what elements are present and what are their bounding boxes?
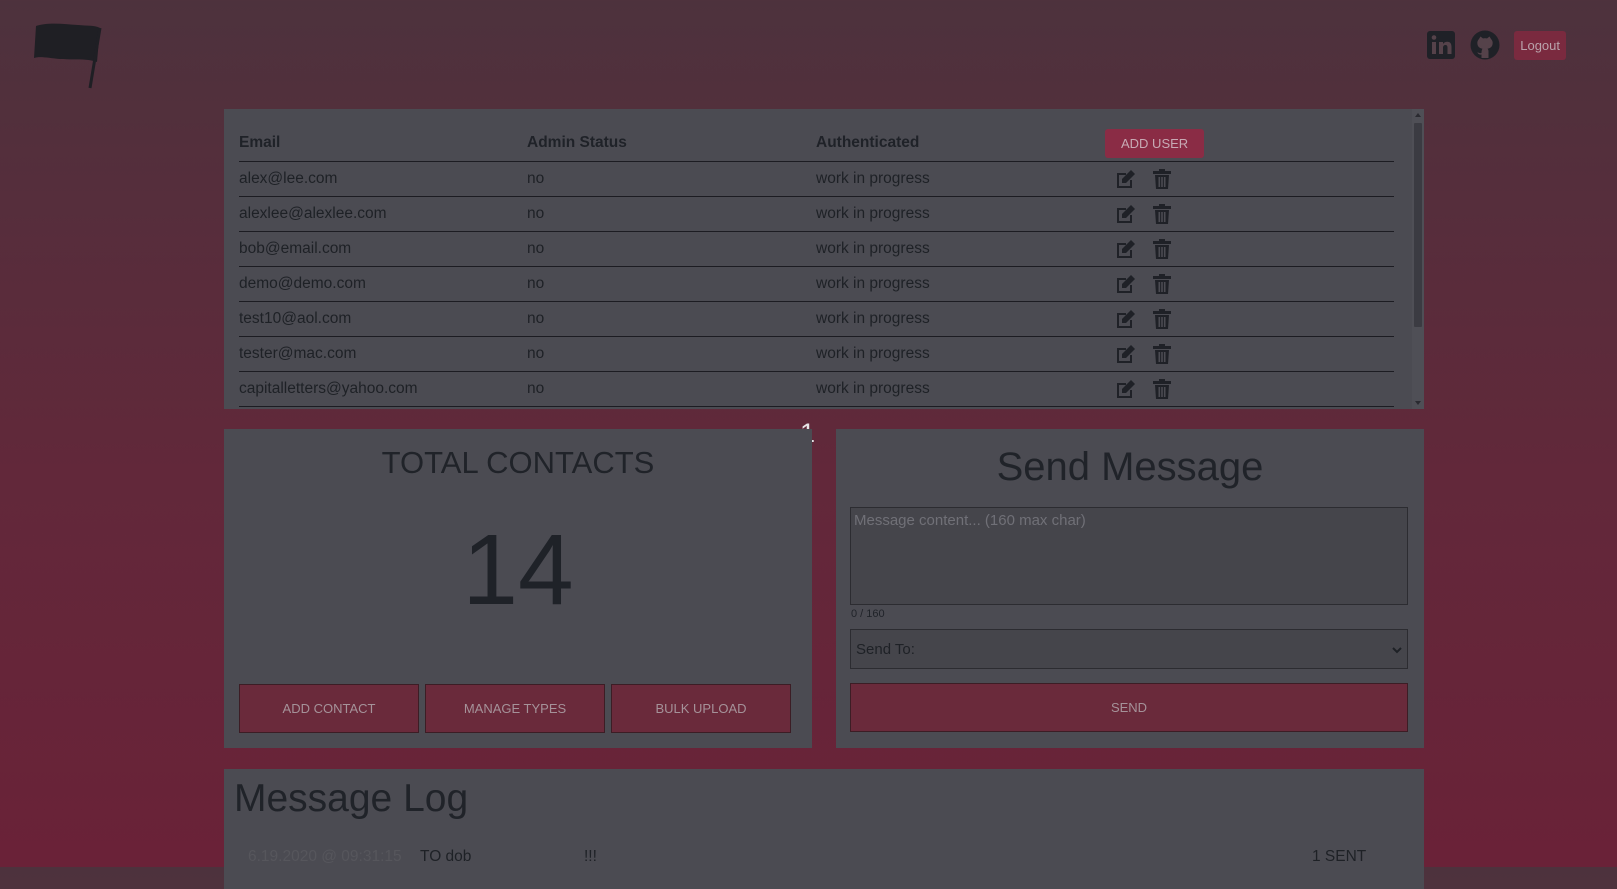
send-to-select[interactable]: Send To: — [850, 629, 1408, 669]
scroll-down-arrow-icon[interactable] — [1415, 401, 1421, 405]
user-email: test10@aol.com — [239, 301, 527, 337]
users-table: Email Admin Status Authenticated ADD USE… — [239, 125, 1394, 407]
trash-icon[interactable] — [1153, 309, 1171, 329]
scroll-up-arrow-icon[interactable] — [1415, 113, 1421, 117]
total-contacts-panel: TOTAL CONTACTS 14 ADD CONTACT MANAGE TYP… — [224, 429, 812, 748]
row-actions — [1105, 301, 1394, 337]
user-authenticated: work in progress — [816, 336, 1105, 372]
table-row: test10@aol.com no work in progress — [239, 301, 1394, 337]
users-table-header: Email Admin Status Authenticated ADD USE… — [239, 125, 1394, 162]
row-actions — [1105, 196, 1394, 232]
log-recipient: TO dob — [420, 848, 472, 865]
table-row: alexlee@alexlee.com no work in progress — [239, 196, 1394, 232]
log-status: 1 SENT — [1312, 848, 1367, 865]
column-header-email: Email — [239, 125, 527, 162]
user-authenticated: work in progress — [816, 161, 1105, 197]
log-timestamp: 6.19.2020 @ 09:31:15 — [248, 848, 402, 865]
user-admin-status: no — [527, 231, 816, 267]
user-admin-status: no — [527, 161, 816, 197]
column-header-authenticated: Authenticated — [816, 125, 1105, 162]
edit-icon[interactable] — [1115, 309, 1137, 329]
edit-icon[interactable] — [1115, 379, 1137, 399]
log-message: !!! — [584, 848, 597, 865]
add-contact-button[interactable]: ADD CONTACT — [239, 684, 419, 733]
column-header-actions: ADD USER — [1105, 125, 1394, 162]
trash-icon[interactable] — [1153, 274, 1171, 294]
contacts-count: 14 — [462, 514, 574, 626]
send-message-panel: Send Message 0 / 160 Send To: SEND — [836, 429, 1424, 748]
message-log-panel: Message Log 6.19.2020 @ 09:31:15 TO dob … — [224, 769, 1424, 889]
trash-icon[interactable] — [1153, 239, 1171, 259]
linkedin-icon[interactable] — [1426, 30, 1456, 60]
table-row: tester@mac.com no work in progress — [239, 336, 1394, 372]
message-log-title: Message Log — [234, 777, 469, 820]
chevron-down-icon — [1392, 641, 1402, 658]
github-icon[interactable] — [1470, 30, 1500, 60]
user-admin-status: no — [527, 266, 816, 302]
user-email: bob@email.com — [239, 231, 527, 267]
contacts-actions: ADD CONTACT MANAGE TYPES BULK UPLOAD — [239, 684, 791, 733]
user-email: demo@demo.com — [239, 266, 527, 302]
send-button[interactable]: SEND — [850, 683, 1408, 732]
bulk-upload-button[interactable]: BULK UPLOAD — [611, 684, 791, 733]
table-row: demo@demo.com no work in progress — [239, 266, 1394, 302]
trash-icon[interactable] — [1153, 169, 1171, 189]
user-admin-status: no — [527, 196, 816, 232]
edit-icon[interactable] — [1115, 169, 1137, 189]
send-message-title: Send Message — [996, 445, 1264, 489]
user-authenticated: work in progress — [816, 266, 1105, 302]
table-row: capitalletters@yahoo.com no work in progre… — [239, 371, 1394, 407]
user-email: tester@mac.com — [239, 336, 527, 372]
users-table-body: alex@lee.com no work in progress alexlee@al… — [239, 161, 1394, 407]
log-entry: 6.19.2020 @ 09:31:15 TO dob !!! 1 SENT — [248, 848, 1368, 868]
trash-icon[interactable] — [1153, 344, 1171, 364]
edit-icon[interactable] — [1115, 344, 1137, 364]
user-admin-status: no — [527, 336, 816, 372]
user-authenticated: work in progress — [816, 231, 1105, 267]
user-email: alex@lee.com — [239, 161, 527, 197]
send-to-label: Send To: — [856, 640, 915, 658]
edit-icon[interactable] — [1115, 239, 1137, 259]
users-scrollbar[interactable] — [1412, 109, 1424, 409]
users-panel: Email Admin Status Authenticated ADD USE… — [224, 109, 1424, 409]
user-admin-status: no — [527, 371, 816, 407]
user-authenticated: work in progress — [816, 371, 1105, 407]
edit-icon[interactable] — [1115, 204, 1137, 224]
user-email: alexlee@alexlee.com — [239, 196, 527, 232]
message-content-input[interactable] — [850, 507, 1408, 605]
row-actions — [1105, 266, 1394, 302]
user-admin-status: no — [527, 301, 816, 337]
row-actions — [1105, 336, 1394, 372]
edit-icon[interactable] — [1115, 274, 1137, 294]
logo-flag-icon[interactable] — [34, 22, 104, 90]
column-header-admin-status: Admin Status — [527, 125, 816, 162]
user-authenticated: work in progress — [816, 301, 1105, 337]
user-authenticated: work in progress — [816, 196, 1105, 232]
logout-button[interactable]: Logout — [1514, 30, 1566, 60]
row-actions — [1105, 371, 1394, 407]
trash-icon[interactable] — [1153, 204, 1171, 224]
row-actions — [1105, 161, 1394, 197]
row-actions — [1105, 231, 1394, 267]
scrollbar-thumb[interactable] — [1414, 123, 1422, 327]
add-user-button[interactable]: ADD USER — [1105, 128, 1205, 158]
total-contacts-title: TOTAL CONTACTS — [381, 445, 655, 480]
user-email: capitalletters@yahoo.com — [239, 371, 527, 407]
trash-icon[interactable] — [1153, 379, 1171, 399]
table-row: alex@lee.com no work in progress — [239, 161, 1394, 197]
manage-types-button[interactable]: MANAGE TYPES — [425, 684, 605, 733]
header-actions: Logout — [1426, 30, 1566, 60]
char-counter: 0 / 160 — [851, 608, 885, 620]
table-row: bob@email.com no work in progress — [239, 231, 1394, 267]
